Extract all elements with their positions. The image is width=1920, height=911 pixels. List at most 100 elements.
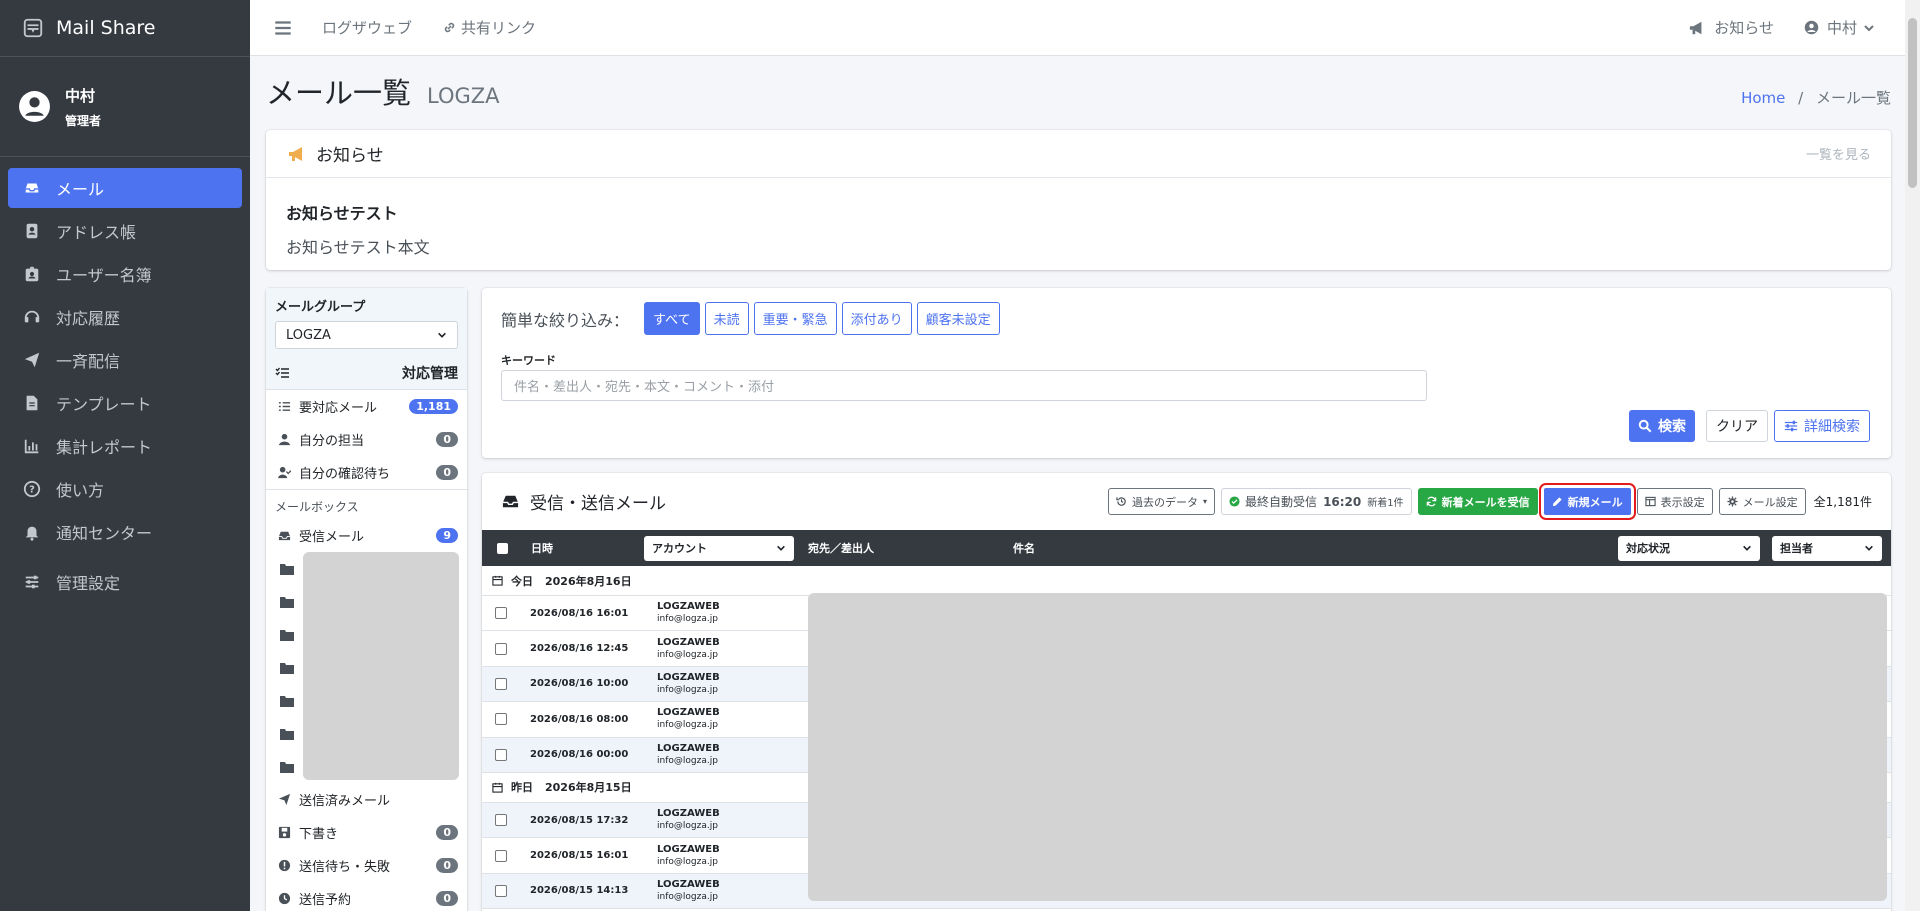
chevron-down-icon xyxy=(438,332,446,338)
mailbox-item-label: 送信済みメール xyxy=(299,794,391,809)
redacted-folder-names xyxy=(303,552,459,780)
manage-item-my-assigned[interactable]: 自分の担当 0 xyxy=(266,423,467,456)
filter-all-button[interactable]: すべて xyxy=(644,302,700,335)
row-checkbox[interactable] xyxy=(495,849,507,862)
mail-settings-button[interactable]: メール設定 xyxy=(1718,488,1806,515)
account-filter-select[interactable]: アカウント xyxy=(644,535,794,561)
notice-link-label: お知らせ xyxy=(1714,19,1774,37)
notice-card: お知らせ 一覧を見る お知らせテスト お知らせテスト本文 xyxy=(266,130,1891,270)
breadcrumb-home[interactable]: Home xyxy=(1741,89,1785,107)
manage-item-needs-response[interactable]: 要対応メール 1,181 xyxy=(266,390,467,423)
assignee-filter-select[interactable]: 担当者 xyxy=(1772,535,1882,561)
hamburger-menu-icon[interactable] xyxy=(272,17,294,39)
past-data-button[interactable]: 過去のデータ ▾ xyxy=(1108,488,1216,515)
row-checkbox[interactable] xyxy=(495,814,507,827)
count-badge: 0 xyxy=(436,825,458,840)
chart-icon xyxy=(22,436,42,456)
check-circle-icon xyxy=(1229,496,1240,507)
clear-button[interactable]: クリア xyxy=(1706,410,1768,442)
filter-no-customer-button[interactable]: 顧客未設定 xyxy=(916,302,1000,335)
row-datetime: 2026/08/16 10:00 xyxy=(530,678,629,690)
col-datetime[interactable]: 日時 xyxy=(531,540,644,556)
sidebar-item-help[interactable]: ? 使い方 xyxy=(8,469,242,509)
sidebar-item-mail[interactable]: メール xyxy=(8,168,242,208)
select-all-checkbox[interactable] xyxy=(497,542,508,554)
sidebar-item-history[interactable]: 対応履歴 xyxy=(8,297,242,337)
col-subject[interactable]: 件名 xyxy=(1013,540,1613,556)
mailbox-inbox[interactable]: 受信メール 9 xyxy=(266,519,467,552)
mail-list-header: 受信・送信メール 過去のデータ ▾ 最終自動受信 16:20 新着1件 新着メー… xyxy=(482,473,1891,530)
shared-link-label: 共有リンク xyxy=(461,19,537,37)
row-checkbox[interactable] xyxy=(495,748,507,761)
mail-group-select[interactable]: LOGZA xyxy=(275,321,458,349)
top-link-shared-link[interactable]: 共有リンク xyxy=(442,17,536,38)
manage-item-my-confirm[interactable]: 自分の確認待ち 0 xyxy=(266,456,467,489)
sidebar-item-report[interactable]: 集計レポート xyxy=(8,426,242,466)
svg-text:?: ? xyxy=(29,485,35,496)
sidebar-item-user-list[interactable]: ユーザー名簿 xyxy=(8,254,242,294)
status-filter-select[interactable]: 対応状況 xyxy=(1618,535,1760,561)
row-checkbox[interactable] xyxy=(495,713,507,726)
new-count: 新着1件 xyxy=(1367,498,1404,509)
account-email: info@logza.jp xyxy=(657,755,718,766)
total-count: 全1,181件 xyxy=(1813,495,1872,509)
sidebar-item-broadcast[interactable]: 一斉配信 xyxy=(8,340,242,380)
row-datetime: 2026/08/15 14:13 xyxy=(530,885,629,897)
scrollbar-thumb[interactable] xyxy=(1908,18,1917,188)
row-checkbox[interactable] xyxy=(495,884,507,897)
keyword-input[interactable]: 件名・差出人・宛先・本文・コメント・添付 xyxy=(501,370,1427,401)
question-icon: ? xyxy=(22,479,42,499)
past-data-label: 過去のデータ xyxy=(1132,495,1199,509)
clock-icon xyxy=(278,892,292,906)
top-link-logzaweb[interactable]: ログザウェブ xyxy=(322,17,412,38)
row-checkbox[interactable] xyxy=(495,642,507,655)
user-panel[interactable]: 中村 管理者 xyxy=(0,57,250,157)
account-email: info@logza.jp xyxy=(657,614,718,625)
content-header: メール一覧 LOGZA Home / メール一覧 xyxy=(266,70,1891,110)
row-checkbox[interactable] xyxy=(495,677,507,690)
notice-link[interactable]: お知らせ xyxy=(1688,17,1774,38)
row-checkbox[interactable] xyxy=(495,607,507,620)
filter-important-button[interactable]: 重要・緊急 xyxy=(753,302,837,335)
advanced-search-button[interactable]: 詳細検索 xyxy=(1774,410,1870,442)
mailbox-sent[interactable]: 送信済みメール xyxy=(266,783,467,816)
account-name: LOGZAWEB xyxy=(657,671,720,683)
paper-plane-icon xyxy=(22,350,42,370)
sidebar-item-address-book[interactable]: アドレス帳 xyxy=(8,211,242,251)
quick-filter: 簡単な絞り込み： すべて 未読 重要・緊急 添付あり 顧客未設定 xyxy=(501,302,1005,335)
compose-new-mail-button[interactable]: 新規メール xyxy=(1538,483,1636,520)
mailbox-scheduled[interactable]: 送信予約 0 xyxy=(266,882,467,911)
user-name: 中村 xyxy=(65,86,96,105)
row-account: LOGZAWEB info@logza.jp xyxy=(657,637,720,661)
display-settings-button[interactable]: 表示設定 xyxy=(1636,488,1713,515)
sidebar-item-template[interactable]: テンプレート xyxy=(8,383,242,423)
notice-item-title[interactable]: お知らせテスト xyxy=(286,200,1871,224)
sidebar-item-notification-center[interactable]: 通知センター xyxy=(8,512,242,552)
page-scrollbar[interactable] xyxy=(1905,0,1920,911)
row-account: LOGZAWEB info@logza.jp xyxy=(657,672,720,696)
inbox-icon xyxy=(502,495,519,508)
sidebar-item-label: 通知センター xyxy=(56,524,153,543)
last-auto-time: 16:20 xyxy=(1323,494,1362,509)
filter-unread-button[interactable]: 未読 xyxy=(704,302,749,335)
receive-new-mail-button[interactable]: 新着メールを受信 xyxy=(1417,488,1538,515)
keyword-label: キーワード xyxy=(501,354,556,367)
notice-more-link[interactable]: 一覧を見る xyxy=(1806,144,1871,163)
mailbox-pending-failed[interactable]: 送信待ち・失敗 0 xyxy=(266,849,467,882)
filter-attachment-button[interactable]: 添付あり xyxy=(841,302,912,335)
mailbox-drafts[interactable]: 下書き 0 xyxy=(266,816,467,849)
paper-plane-icon xyxy=(278,793,292,807)
search-icon xyxy=(1638,419,1652,433)
sidebar-item-admin-settings[interactable]: 管理設定 xyxy=(8,562,242,602)
user-menu[interactable]: 中村 xyxy=(1804,17,1875,38)
account-name: LOGZAWEB xyxy=(657,878,720,890)
user-check-icon xyxy=(278,466,292,480)
brand[interactable]: Mail Share xyxy=(0,0,250,57)
search-button[interactable]: 検索 xyxy=(1629,410,1695,442)
advanced-search-label: 詳細検索 xyxy=(1804,419,1860,435)
col-to-from[interactable]: 宛先／差出人 xyxy=(808,540,1013,556)
sidebar-item-label: 使い方 xyxy=(56,481,105,500)
row-account: LOGZAWEB info@logza.jp xyxy=(657,743,720,767)
notice-item-body: お知らせテスト本文 xyxy=(286,238,430,257)
count-badge: 0 xyxy=(436,432,458,447)
